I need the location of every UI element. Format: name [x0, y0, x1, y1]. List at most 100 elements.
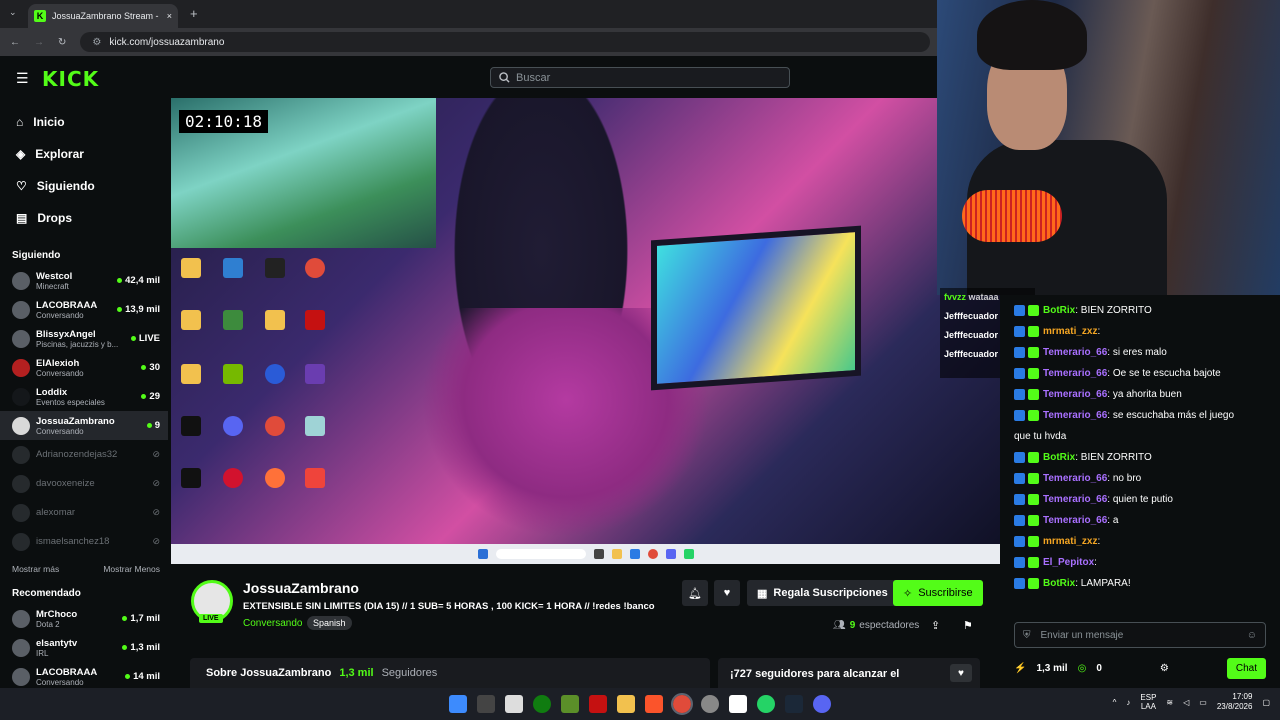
video-player[interactable]: 02:10:18 [171, 98, 1000, 564]
chat-username[interactable]: Temerario_66 [1043, 389, 1107, 400]
chat-text: BIEN ZORRITO [1080, 305, 1152, 316]
nav-inicio[interactable]: ⌂ Inicio [0, 106, 168, 138]
battery-icon[interactable]: ▭ [1199, 698, 1207, 707]
discord-icon[interactable] [813, 695, 831, 713]
monitor-image [651, 225, 861, 391]
chat-message: Temerario_66: Oe se te escucha bajote [1000, 363, 1280, 384]
sidebar-channel-lacobraaa[interactable]: LACOBRAAA Conversando 13,9 mil [0, 295, 168, 324]
url-field[interactable]: ⚙ kick.com/jossuazambrano [80, 32, 930, 52]
stream-category[interactable]: Conversando [243, 618, 302, 629]
folder-icon[interactable] [617, 695, 635, 713]
app-icon[interactable] [701, 695, 719, 713]
sidebar-channel-offline[interactable]: alexomar ⊘ [0, 498, 168, 527]
store-icon[interactable] [505, 695, 523, 713]
language-indicator[interactable]: ESP LAA [1140, 693, 1156, 711]
nav-explorar[interactable]: ◈ Explorar [0, 138, 168, 170]
chat-username[interactable]: BotRix [1043, 578, 1075, 589]
chat-username[interactable]: Temerario_66 [1043, 515, 1107, 526]
sidebar-channel-jossuazambrano[interactable]: JossuaZambrano Conversando 9 [0, 411, 168, 440]
channel-category: Conversando [36, 368, 84, 378]
sidebar-recommended-lacobraaa[interactable]: LACOBRAAA Conversando 14 mil [0, 662, 168, 691]
chat-message: El_Pepitox: [1000, 552, 1280, 573]
chat-username[interactable]: Temerario_66 [1043, 347, 1107, 358]
sidebar-channel-westcol[interactable]: Westcol Minecraft 42,4 mil [0, 266, 168, 295]
notification-icon[interactable]: ▢ [1262, 698, 1270, 707]
among-us-icon[interactable] [589, 695, 607, 713]
whatsapp-icon[interactable] [757, 695, 775, 713]
minecraft-icon[interactable] [561, 695, 579, 713]
heart-icon: ♥ [723, 587, 731, 599]
brave-icon[interactable] [645, 695, 663, 713]
back-icon[interactable]: ← [10, 37, 20, 48]
channel-name: Loddix [36, 386, 68, 398]
nav-drops[interactable]: ▤ Drops [0, 202, 168, 234]
chat-message: que tu hvda [1000, 426, 1280, 447]
avatar [12, 387, 30, 406]
notification-bell-button[interactable]: 🔔︎ [682, 580, 708, 606]
chat-username[interactable]: El_Pepitox [1043, 557, 1094, 568]
subscribe-button[interactable]: ✧ Suscribirse [893, 580, 983, 606]
clock[interactable]: 17:09 23/8/2026 [1217, 692, 1253, 712]
follow-heart-button[interactable]: ♥ [714, 580, 740, 606]
sidebar-channel-elalexioh[interactable]: ElAlexioh Conversando 30 [0, 353, 168, 382]
windows-start-icon[interactable] [449, 695, 467, 713]
badge-icon [1014, 388, 1025, 400]
show-less-button[interactable]: Mostrar Menos [103, 564, 160, 574]
nav-siguiendo[interactable]: ♡ Siguiendo [0, 170, 168, 202]
sidebar-recommended-mrchoco[interactable]: MrChoco Dota 2 1,7 mil [0, 604, 168, 633]
volume-icon[interactable]: ◁ [1183, 698, 1189, 707]
chat-username[interactable]: Temerario_66 [1043, 473, 1107, 484]
chat-username[interactable]: mrmati_zxz [1043, 536, 1097, 547]
forward-icon[interactable]: → [34, 37, 44, 48]
chat-username[interactable]: mrmati_zxz [1043, 326, 1097, 337]
chat-username[interactable]: BotRix [1043, 452, 1075, 463]
avatar [12, 358, 30, 377]
sidebar-channel-offline[interactable]: Adrianozendejas32 ⊘ [0, 440, 168, 469]
chrome-icon[interactable] [671, 693, 693, 715]
tab-close-icon[interactable]: × [167, 11, 172, 21]
capcut-icon[interactable] [729, 695, 747, 713]
site-info-icon[interactable]: ⚙ [92, 37, 101, 48]
chat-username[interactable]: Temerario_66 [1043, 410, 1107, 421]
browser-tab-bar: ⌄ K JossuaZambrano Stream - Wat × + [0, 0, 940, 28]
menu-icon[interactable]: ☰ [16, 70, 29, 87]
xbox-icon[interactable] [533, 695, 551, 713]
search-input[interactable]: Buscar [490, 67, 790, 88]
chat-username[interactable]: BotRix [1043, 305, 1075, 316]
user-badges [1014, 556, 1039, 568]
sidebar-channel-loddix[interactable]: Loddix Eventos especiales 29 [0, 382, 168, 411]
emoji-icon[interactable]: ☺ [1247, 630, 1257, 641]
steam-icon[interactable] [785, 695, 803, 713]
kick-logo[interactable]: KICK [42, 67, 99, 91]
live-dot-icon [125, 674, 131, 679]
sidebar-channel-blissyxangel[interactable]: BlissyxAngel Piscinas, jacuzzis y b... LIV… [0, 324, 168, 353]
logitech-icon [171, 468, 211, 490]
badge-icon [1014, 367, 1025, 379]
reload-icon[interactable]: ↻ [58, 37, 66, 48]
show-more-button[interactable]: Mostrar más [12, 564, 59, 574]
chat-username[interactable]: Temerario_66 [1043, 368, 1107, 379]
tab-search-icon[interactable]: ⌄ [9, 7, 17, 18]
wifi-icon[interactable]: ≋ [1166, 698, 1173, 707]
avatar [12, 532, 30, 551]
chat-username[interactable]: Temerario_66 [1043, 494, 1107, 505]
report-icon[interactable]: ⚑ [963, 619, 973, 632]
live-dot-icon [117, 307, 123, 312]
chevron-up-icon[interactable]: ^ [1113, 698, 1117, 707]
chat-input[interactable]: ⛨ Enviar un mensaje ☺ [1014, 622, 1266, 648]
goal-heart-button[interactable]: ♥ [950, 664, 972, 682]
sidebar-recommended-elsantytv[interactable]: elsantytv IRL 1,3 mil [0, 633, 168, 662]
settings-icon[interactable]: ⚙ [1160, 663, 1169, 674]
language-tag[interactable]: Spanish [307, 616, 352, 630]
share-icon[interactable]: ⇪ [931, 619, 940, 632]
chat-send-button[interactable]: Chat [1226, 657, 1266, 679]
mic-icon[interactable]: ♪ [1126, 698, 1130, 707]
gift-subs-button[interactable]: ▦ Regala Suscripciones [747, 580, 898, 606]
channel-name[interactable]: JossuaZambrano [243, 580, 359, 596]
task-view-icon[interactable] [477, 695, 495, 713]
browser-tab[interactable]: K JossuaZambrano Stream - Wat × [28, 4, 178, 28]
user-badges [1014, 535, 1039, 547]
sidebar-channel-offline[interactable]: davooxeneize ⊘ [0, 469, 168, 498]
sidebar-channel-offline[interactable]: ismaelsanchez18 ⊘ [0, 527, 168, 556]
new-tab-icon[interactable]: + [190, 6, 198, 21]
